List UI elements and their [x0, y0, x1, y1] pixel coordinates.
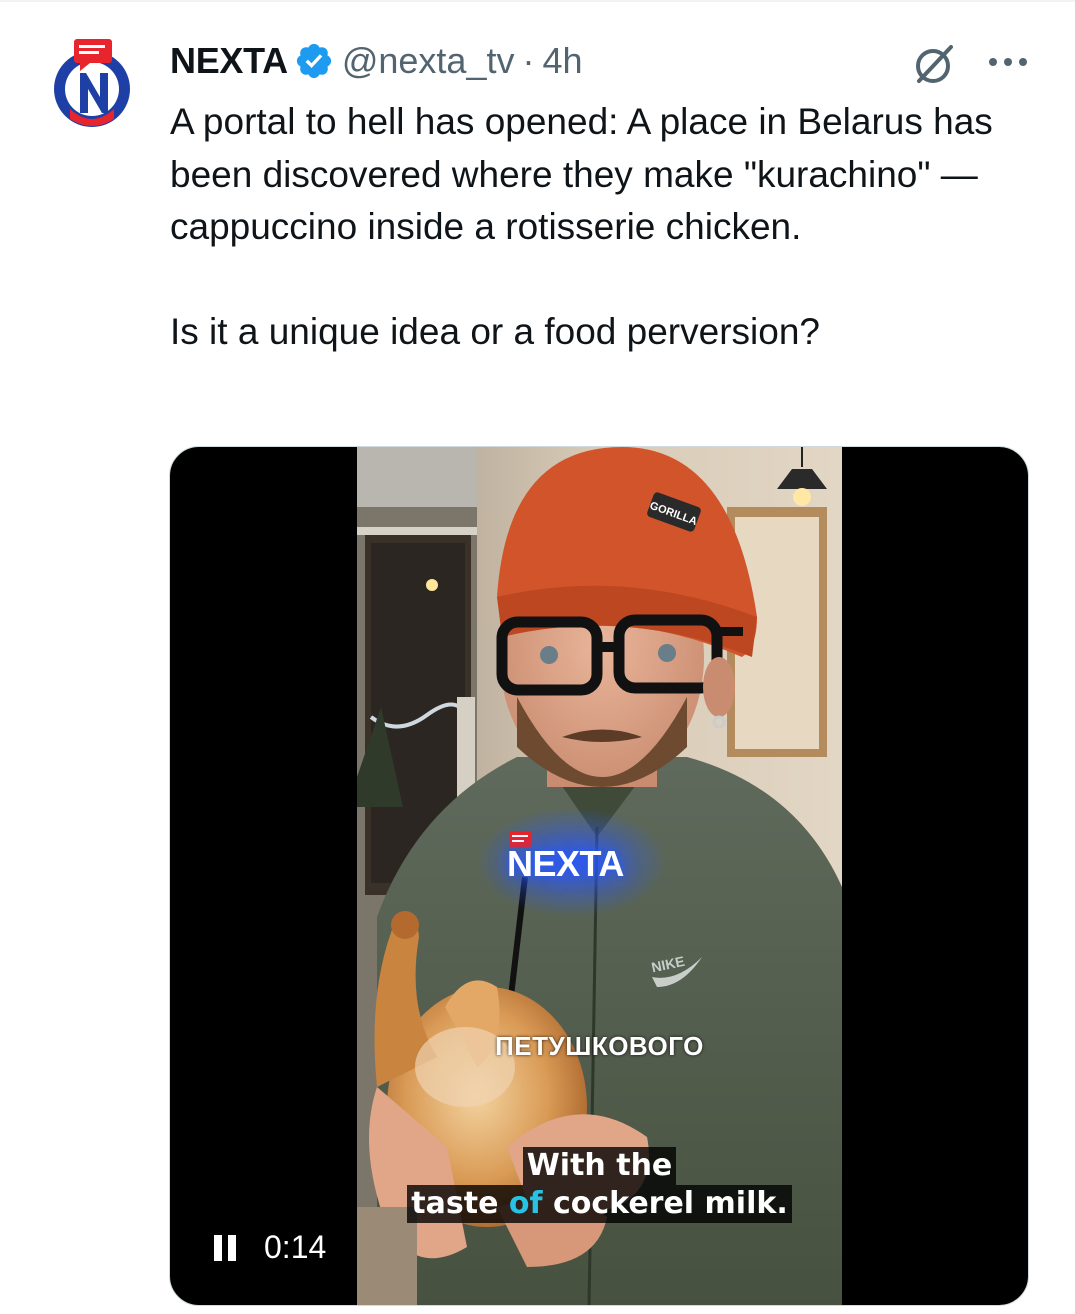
elapsed-time: 0:14: [264, 1229, 327, 1265]
caption-line-2: taste of cockerel milk.: [407, 1185, 792, 1223]
tweet-text: A portal to hell has opened: A place in …: [170, 96, 1030, 358]
caption-russian: ПЕТУШКОВОГО: [495, 1031, 704, 1061]
timestamp[interactable]: 4h: [542, 40, 582, 82]
caption-english: With the taste of cockerel milk.: [357, 1147, 842, 1223]
tweet-paragraph: A portal to hell has opened: A place in …: [170, 101, 993, 247]
caption-line-1: With the: [522, 1147, 677, 1185]
tweet-header: NEXTA @nexta_tv · 4h: [170, 38, 583, 84]
separator-dot: ·: [522, 40, 535, 81]
pause-icon[interactable]: [214, 1234, 236, 1261]
caption-word: taste: [411, 1186, 499, 1221]
tweet-paragraph: Is it a unique idea or a food perversion…: [170, 310, 820, 352]
nexta-logo-icon: [54, 39, 130, 127]
video-frame[interactable]: GORILLA NIKE NEXTA ПЕТУШКОВОГО With the …: [357, 447, 842, 1305]
verified-badge-icon[interactable]: [294, 41, 334, 81]
video-player[interactable]: GORILLA NIKE NEXTA ПЕТУШКОВОГО With the …: [169, 446, 1029, 1306]
top-divider: [0, 0, 1075, 2]
more-options-icon: [989, 58, 1027, 66]
caption-highlight-word: of: [508, 1186, 543, 1221]
video-controls: 0:14: [214, 1229, 326, 1266]
author-handle[interactable]: @nexta_tv: [342, 40, 515, 82]
avatar[interactable]: [50, 37, 134, 131]
more-options-button[interactable]: [982, 40, 1034, 84]
grok-button[interactable]: [908, 38, 960, 90]
author-name[interactable]: NEXTA: [170, 40, 288, 82]
nexta-watermark: NEXTA: [507, 843, 624, 884]
grok-icon: [916, 45, 953, 83]
caption-word: cockerel milk.: [553, 1186, 788, 1221]
